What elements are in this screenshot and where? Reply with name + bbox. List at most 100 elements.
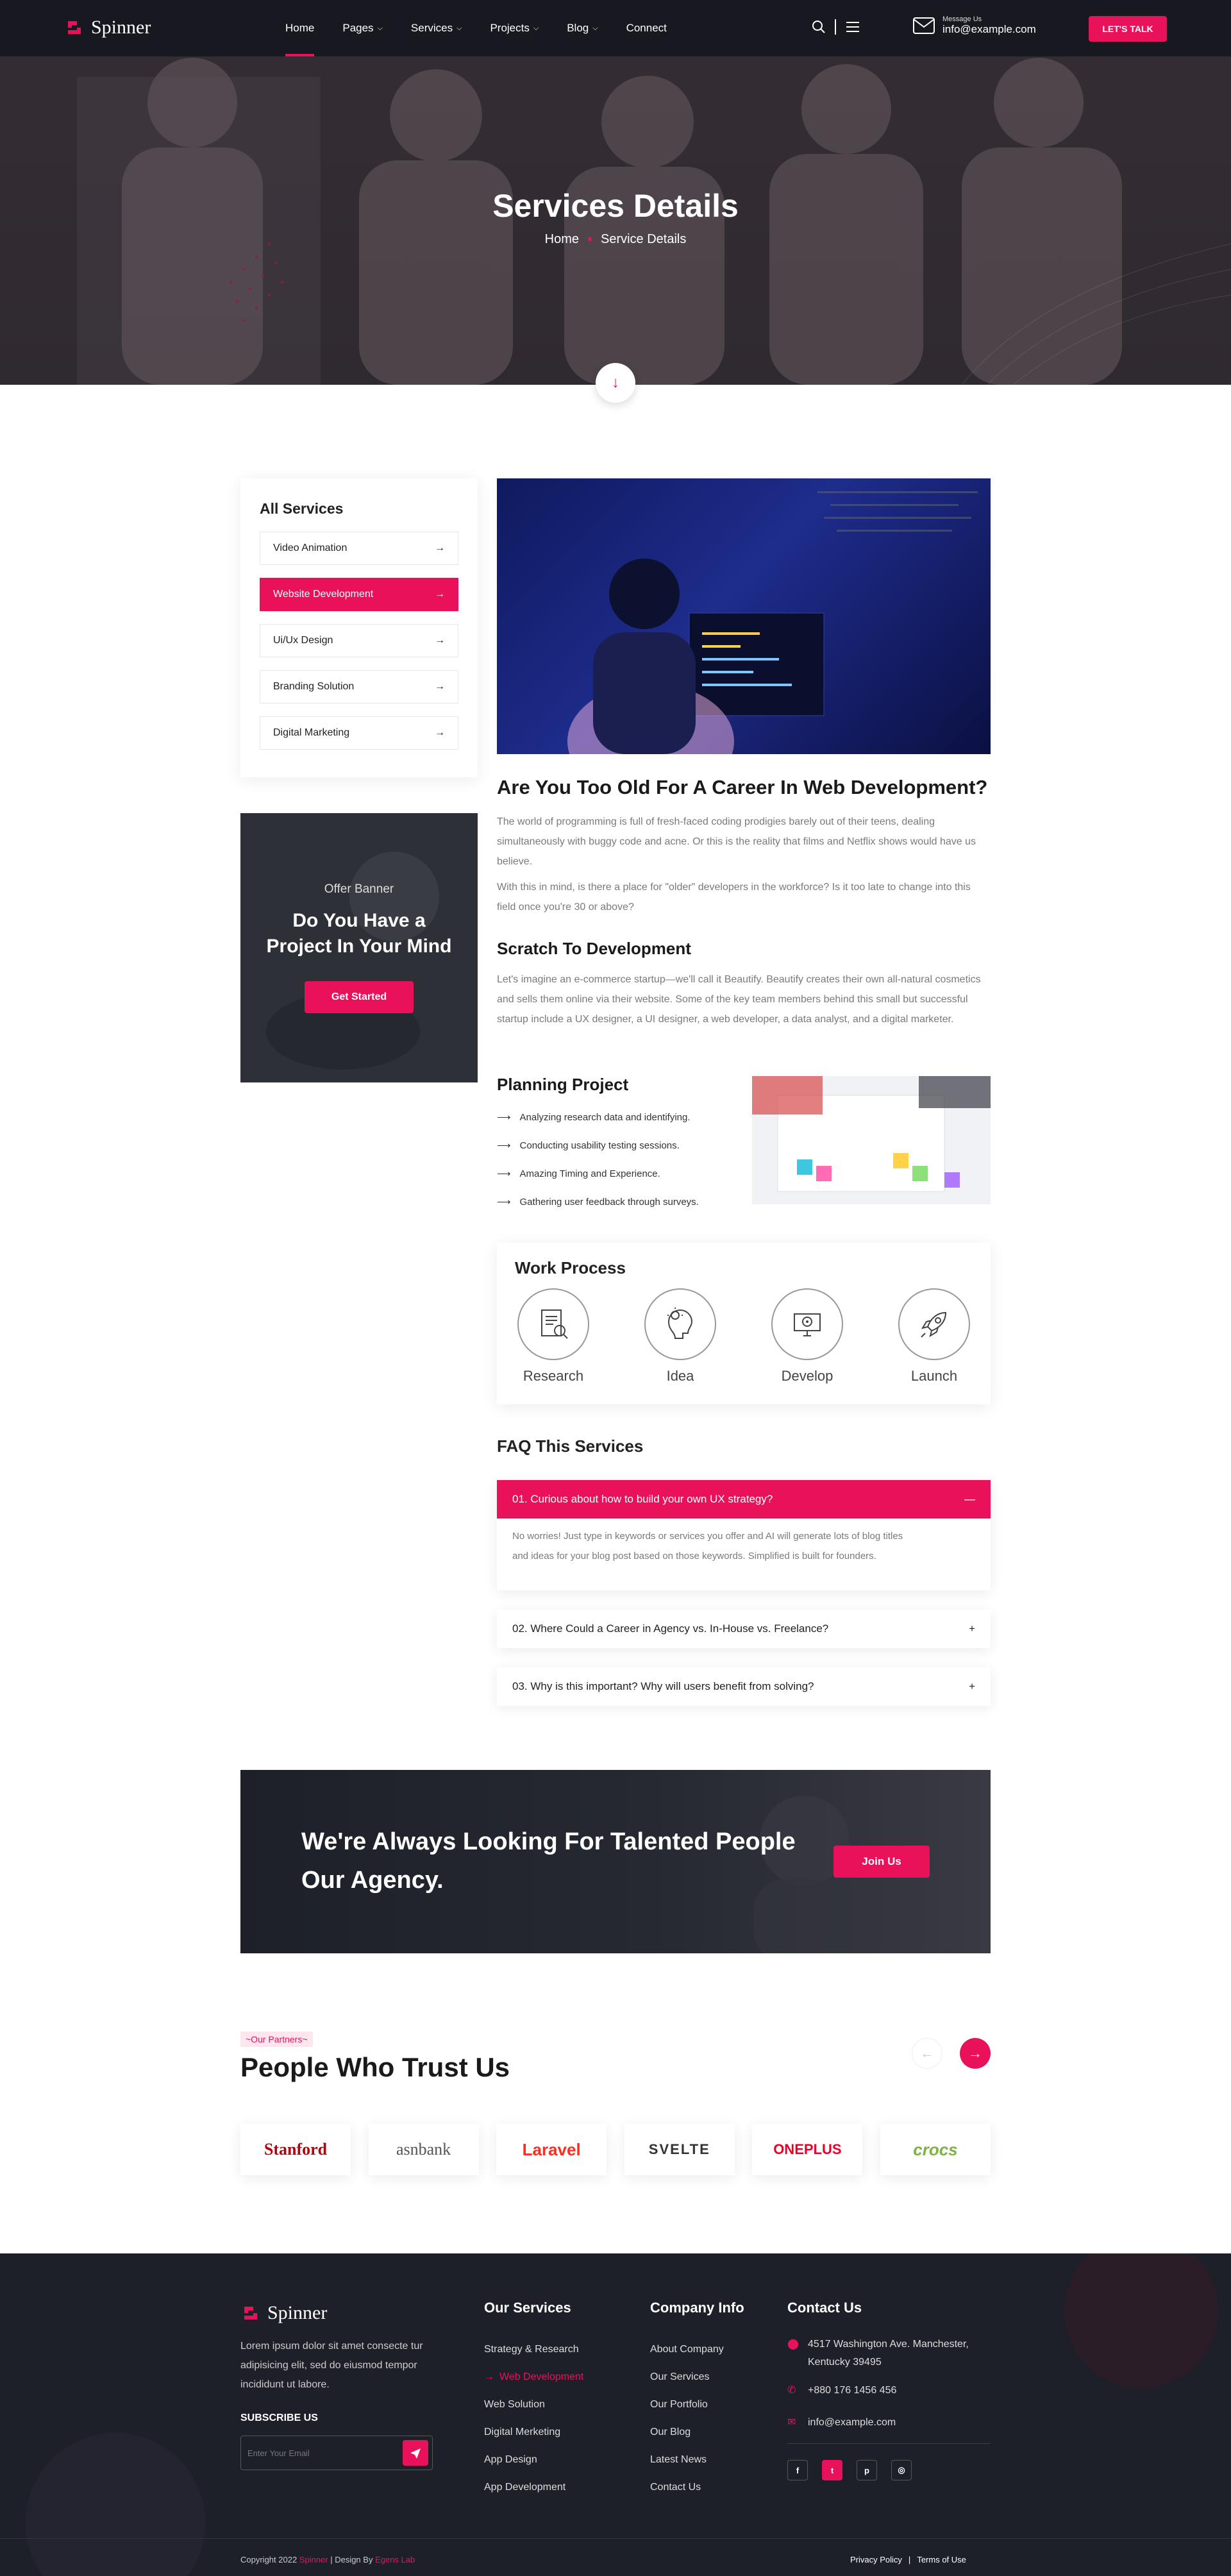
footer-services-title: Our Services: [484, 2300, 571, 2316]
footer-link-label: Our Portfolio: [650, 2398, 708, 2410]
facebook-icon[interactable]: f: [787, 2460, 808, 2480]
partners-tag: ~Our Partners~: [240, 2032, 313, 2047]
arrow-right-icon: →: [435, 727, 445, 738]
breadcrumb-separator: [587, 237, 592, 241]
arrow-right-icon: →: [435, 543, 445, 553]
footer-link[interactable]: Web Solution: [484, 2391, 583, 2418]
hiring-line-2: Our Agency.: [301, 1867, 444, 1894]
subscribe-email-input[interactable]: [247, 2445, 389, 2461]
service-label: Branding Solution: [273, 681, 355, 692]
pinterest-icon[interactable]: p: [857, 2460, 877, 2480]
planning-item: ⟶ Gathering user feedback through surveys…: [497, 1188, 699, 1216]
planning-item: ⟶ Conducting usability testing sessions.: [497, 1131, 699, 1159]
nav-pages[interactable]: Pages ⌵: [342, 0, 383, 56]
footer-link[interactable]: Strategy & Research: [484, 2336, 583, 2363]
nav-label: Services: [410, 22, 453, 34]
service-link-website-development[interactable]: Website Development →: [260, 578, 458, 611]
partner-logo-svelte[interactable]: SVELTE: [624, 2124, 735, 2175]
copyright-brand-link[interactable]: Spinner: [299, 2555, 328, 2564]
arrow-down-icon: ↓: [612, 374, 619, 391]
partner-name: SVELTE: [648, 2141, 710, 2157]
contact-email[interactable]: ✉ info@example.com: [787, 2414, 999, 2432]
footer-link-label: Contact Us: [650, 2481, 701, 2493]
step-label: Idea: [666, 1368, 694, 1384]
footer-link[interactable]: Our Portfolio: [650, 2391, 724, 2418]
nav-home[interactable]: Home: [285, 0, 315, 56]
faq-question-3[interactable]: 03. Why is this important? Why will user…: [497, 1667, 991, 1706]
designer-link[interactable]: Egens Lab: [375, 2555, 415, 2564]
partner-logos: Stanford asnbank Laravel SVELTE ONEPLUS …: [240, 2124, 991, 2175]
footer-link[interactable]: About Company: [650, 2336, 724, 2363]
brand-logo[interactable]: Spinner: [64, 17, 151, 38]
join-us-button[interactable]: Join Us: [833, 1846, 930, 1878]
brand-name: Spinner: [91, 17, 151, 38]
partner-logo-oneplus[interactable]: ONEPLUS: [752, 2124, 863, 2175]
footer-logo[interactable]: Spinner: [240, 2302, 327, 2324]
privacy-policy-link[interactable]: Privacy Policy: [850, 2555, 902, 2564]
breadcrumb-home[interactable]: Home: [545, 232, 579, 246]
social-links: f t p ◎: [787, 2460, 912, 2480]
lets-talk-button[interactable]: LET'S TALK: [1089, 16, 1167, 42]
service-link-video-animation[interactable]: Video Animation →: [260, 532, 458, 565]
nav-services[interactable]: Services ⌵: [411, 0, 462, 56]
footer-link[interactable]: App Design: [484, 2446, 583, 2473]
twitter-icon[interactable]: t: [822, 2460, 842, 2480]
partner-logo-asnbank[interactable]: asnbank: [368, 2124, 479, 2175]
service-link-digital-marketing[interactable]: Digital Marketing →: [260, 716, 458, 750]
step-idea: Idea: [644, 1288, 716, 1385]
footer-link[interactable]: Latest News: [650, 2446, 724, 2473]
footer-company-title: Company Info: [650, 2300, 744, 2316]
arrow-left-icon: ←: [920, 2045, 934, 2061]
subscribe-button[interactable]: [403, 2440, 428, 2466]
brand-name: Spinner: [267, 2302, 328, 2323]
instagram-icon[interactable]: ◎: [891, 2460, 912, 2480]
service-link-ui-ux-design[interactable]: Ui/Ux Design →: [260, 624, 458, 657]
nav-blog[interactable]: Blog ⌵: [567, 0, 598, 56]
partners-prev-button[interactable]: ←: [912, 2038, 942, 2069]
message-label: Message Us: [942, 15, 982, 23]
chevron-down-icon: ⌵: [377, 24, 383, 32]
arrow-right-icon: →: [435, 589, 445, 600]
partner-logo-crocs[interactable]: crocs: [880, 2124, 991, 2175]
footer-link[interactable]: Our Services: [650, 2363, 724, 2391]
contact-phone[interactable]: ✆ +880 176 1456 456: [787, 2382, 999, 2400]
legal-separator: |: [908, 2555, 911, 2564]
footer-link[interactable]: → Web Development: [484, 2363, 583, 2391]
terms-of-use-link[interactable]: Terms of Use: [917, 2555, 966, 2564]
search-icon[interactable]: [812, 20, 826, 34]
faq-question-text: 03. Why is this important? Why will user…: [512, 1680, 814, 1692]
email-text: info@example.com: [808, 2417, 896, 2428]
get-started-button[interactable]: Get Started: [305, 981, 414, 1013]
footer-link[interactable]: Our Blog: [650, 2418, 724, 2446]
partner-name: Laravel: [522, 2139, 581, 2159]
arrow-right-icon: →: [968, 2045, 982, 2061]
partners-next-button[interactable]: →: [960, 2038, 991, 2069]
footer-link[interactable]: App Development: [484, 2473, 583, 2501]
faq-question-2[interactable]: 02. Where Could a Career in Agency vs. I…: [497, 1610, 991, 1648]
article-paragraph-1: The world of programming is full of fres…: [497, 816, 976, 867]
offer-banner: Offer Banner Do You Have a Project In Yo…: [240, 813, 478, 1082]
scroll-down-button[interactable]: ↓: [596, 363, 635, 403]
service-link-branding-solution[interactable]: Branding Solution →: [260, 670, 458, 703]
header-divider: [835, 19, 836, 35]
footer-link-label: App Design: [484, 2454, 537, 2465]
footer-link-label: Our Services: [650, 2371, 710, 2382]
planning-item-text: Amazing Timing and Experience.: [519, 1168, 660, 1179]
nav-projects[interactable]: Projects ⌵: [490, 0, 539, 56]
faq-question-1[interactable]: 01. Curious about how to build your own …: [497, 1480, 991, 1519]
footer-link[interactable]: Digital Merketing: [484, 2418, 583, 2446]
nav-label: Connect: [626, 22, 667, 34]
plus-icon: +: [969, 1622, 975, 1635]
hiring-banner: We're Always Looking For Talented People…: [240, 1770, 991, 1953]
partner-logo-laravel[interactable]: Laravel: [496, 2124, 607, 2175]
nav-connect[interactable]: Connect: [626, 0, 667, 56]
service-label: Website Development: [273, 589, 374, 600]
footer-link[interactable]: Contact Us: [650, 2473, 724, 2501]
footer-link-label: App Development: [484, 2481, 566, 2493]
header-email[interactable]: Message Us info@example.com: [913, 15, 1036, 36]
header-tools: [812, 19, 860, 35]
partner-logo-stanford[interactable]: Stanford: [240, 2124, 351, 2175]
research-icon: [517, 1288, 589, 1360]
faq-answer-1: No worries! Just type in keywords or ser…: [512, 1531, 903, 1562]
menu-icon[interactable]: [845, 21, 860, 33]
